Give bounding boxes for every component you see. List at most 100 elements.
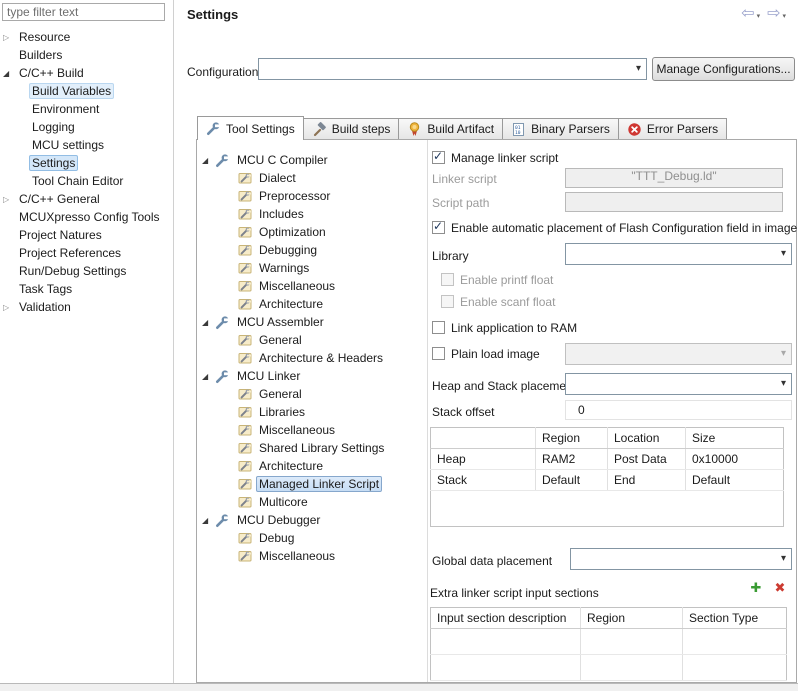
script-path-label: Script path <box>432 196 490 210</box>
forward-arrow-icon[interactable]: ⇨ <box>766 4 781 22</box>
expand-arrow-icon[interactable]: ▷ <box>3 195 16 204</box>
sidebar-item-cpp-build[interactable]: ◢ C/C++ Build <box>3 64 87 82</box>
delete-icon[interactable]: ✖ <box>772 581 788 597</box>
sidebar-item-logging[interactable]: Logging <box>3 118 78 136</box>
filter-input[interactable] <box>2 3 165 21</box>
tree-item-label: Includes <box>259 207 304 221</box>
library-select[interactable]: Redlib (nohost-nf) ▾ <box>565 243 792 265</box>
tree-item-linker-general[interactable]: General <box>202 385 305 403</box>
flash-config-checkbox[interactable]: ✓ <box>432 219 445 234</box>
sidebar-item-tool-chain-editor[interactable]: Tool Chain Editor <box>3 172 126 190</box>
sidebar-item-label: Build Variables <box>29 83 115 99</box>
collapse-arrow-icon[interactable]: ◢ <box>3 69 16 78</box>
tab-build-steps[interactable]: Build steps <box>302 118 400 139</box>
collapse-arrow-icon[interactable]: ◢ <box>202 516 215 525</box>
collapse-arrow-icon[interactable]: ◢ <box>202 318 215 327</box>
back-arrow-icon[interactable]: ⇦ <box>740 4 755 22</box>
tree-item-architecture-headers[interactable]: Architecture & Headers <box>202 349 386 367</box>
sidebar-item-mcuxpresso-config-tools[interactable]: MCUXpresso Config Tools <box>3 208 163 226</box>
table-row[interactable] <box>430 654 787 681</box>
tree-item-mcu-debugger[interactable]: ◢ MCU Debugger <box>202 511 323 529</box>
tab-label: Binary Parsers <box>531 122 610 136</box>
tree-item-debugging[interactable]: Debugging <box>202 241 320 259</box>
sidebar-item-build-variables[interactable]: Build Variables <box>3 82 115 100</box>
column-header[interactable]: Section Type <box>682 607 787 629</box>
column-header[interactable] <box>430 427 536 449</box>
tab-binary-parsers[interactable]: Binary Parsers <box>502 118 619 139</box>
heap-stack-placement-select[interactable]: MCUXpresso Style ▾ <box>565 373 792 395</box>
global-data-placement-select[interactable]: Default ▾ <box>570 548 792 570</box>
sidebar-item-resource[interactable]: ▷ Resource <box>3 28 73 46</box>
table-row-heap[interactable]: Heap RAM2 Post Data 0x10000 <box>430 448 784 470</box>
settings-page-icon <box>238 405 252 419</box>
table-cell: RAM2 <box>535 448 608 470</box>
sidebar-item-label: Settings <box>29 155 79 171</box>
tab-build-artifact[interactable]: Build Artifact <box>398 118 504 139</box>
sidebar-item-mcu-settings[interactable]: MCU settings <box>3 136 107 154</box>
table-row-stack[interactable]: Stack Default End Default <box>430 469 784 491</box>
table-header-row: Input section description Region Section… <box>430 607 787 629</box>
manage-configurations-button[interactable]: Manage Configurations... <box>652 57 795 81</box>
sidebar-item-task-tags[interactable]: Task Tags <box>3 280 75 298</box>
link-to-ram-checkbox[interactable] <box>432 321 445 334</box>
sidebar-item-project-references[interactable]: Project References <box>3 244 124 262</box>
column-header[interactable]: Location <box>607 427 686 449</box>
tree-item-dialect[interactable]: Dialect <box>202 169 299 187</box>
sidebar-item-validation[interactable]: ▷ Validation <box>3 298 74 316</box>
tree-item-libraries[interactable]: Libraries <box>202 403 308 421</box>
sidebar-item-cpp-general[interactable]: ▷ C/C++ General <box>3 190 103 208</box>
column-header[interactable]: Region <box>580 607 683 629</box>
forward-dropdown-icon[interactable]: ▾ <box>782 12 786 20</box>
sidebar-item-label: Logging <box>32 120 75 134</box>
tree-item-optimization[interactable]: Optimization <box>202 223 329 241</box>
collapse-arrow-icon[interactable]: ◢ <box>202 372 215 381</box>
tree-item-general[interactable]: General <box>202 331 305 349</box>
tree-item-mcu-assembler[interactable]: ◢ MCU Assembler <box>202 313 327 331</box>
tree-item-label: Debug <box>259 531 295 545</box>
column-header[interactable]: Region <box>535 427 608 449</box>
tree-item-architecture[interactable]: Architecture <box>202 295 326 313</box>
chevron-down-icon: ▾ <box>780 248 786 259</box>
script-path-field <box>565 192 783 212</box>
collapse-arrow-icon[interactable]: ◢ <box>202 156 215 165</box>
tree-item-debug[interactable]: Debug <box>202 529 297 547</box>
tree-item-shared-library-settings[interactable]: Shared Library Settings <box>202 439 387 457</box>
tree-panel-sash[interactable] <box>427 140 428 682</box>
sidebar-item-project-natures[interactable]: Project Natures <box>3 226 105 244</box>
table-row[interactable] <box>430 628 787 655</box>
add-icon[interactable]: ✚ <box>748 581 764 597</box>
tree-item-mcu-linker[interactable]: ◢ MCU Linker <box>202 367 303 385</box>
extra-sections-label: Extra linker script input sections <box>430 586 599 600</box>
stack-offset-input[interactable] <box>565 400 792 420</box>
plain-load-image-checkbox[interactable] <box>432 347 445 360</box>
tree-item-label: Miscellaneous <box>259 279 336 293</box>
tree-item-miscellaneous[interactable]: Miscellaneous <box>202 277 338 295</box>
sidebar-item-settings[interactable]: Settings <box>3 154 79 172</box>
configuration-select[interactable]: Debug [ Active ] ▾ <box>258 58 647 80</box>
table-cell: Heap <box>430 448 536 470</box>
tree-item-warnings[interactable]: Warnings <box>202 259 312 277</box>
sidebar-item-environment[interactable]: Environment <box>3 100 102 118</box>
tab-tool-settings[interactable]: Tool Settings <box>197 116 304 140</box>
column-header[interactable]: Size <box>685 427 784 449</box>
settings-page-icon <box>238 279 252 293</box>
back-dropdown-icon[interactable]: ▾ <box>757 12 761 20</box>
wrench-icon <box>206 121 221 136</box>
tree-item-multicore[interactable]: Multicore <box>202 493 311 511</box>
tree-item-managed-linker-script[interactable]: Managed Linker Script <box>202 475 383 493</box>
expand-arrow-icon[interactable]: ▷ <box>3 303 16 312</box>
chevron-down-icon: ▾ <box>780 553 786 564</box>
expand-arrow-icon[interactable]: ▷ <box>3 33 16 42</box>
tree-item-linker-architecture[interactable]: Architecture <box>202 457 326 475</box>
sidebar-item-run-debug-settings[interactable]: Run/Debug Settings <box>3 262 129 280</box>
tab-error-parsers[interactable]: Error Parsers <box>617 118 728 139</box>
tree-item-preprocessor[interactable]: Preprocessor <box>202 187 333 205</box>
tree-item-linker-miscellaneous[interactable]: Miscellaneous <box>202 421 338 439</box>
tree-item-debugger-miscellaneous[interactable]: Miscellaneous <box>202 547 338 565</box>
sidebar-item-builders[interactable]: Builders <box>3 46 65 64</box>
tree-item-mcu-c-compiler[interactable]: ◢ MCU C Compiler <box>202 151 331 169</box>
manage-linker-script-checkbox[interactable]: ✓ <box>432 149 445 164</box>
column-header[interactable]: Input section description <box>430 607 581 629</box>
error-icon <box>627 122 642 137</box>
tree-item-includes[interactable]: Includes <box>202 205 307 223</box>
